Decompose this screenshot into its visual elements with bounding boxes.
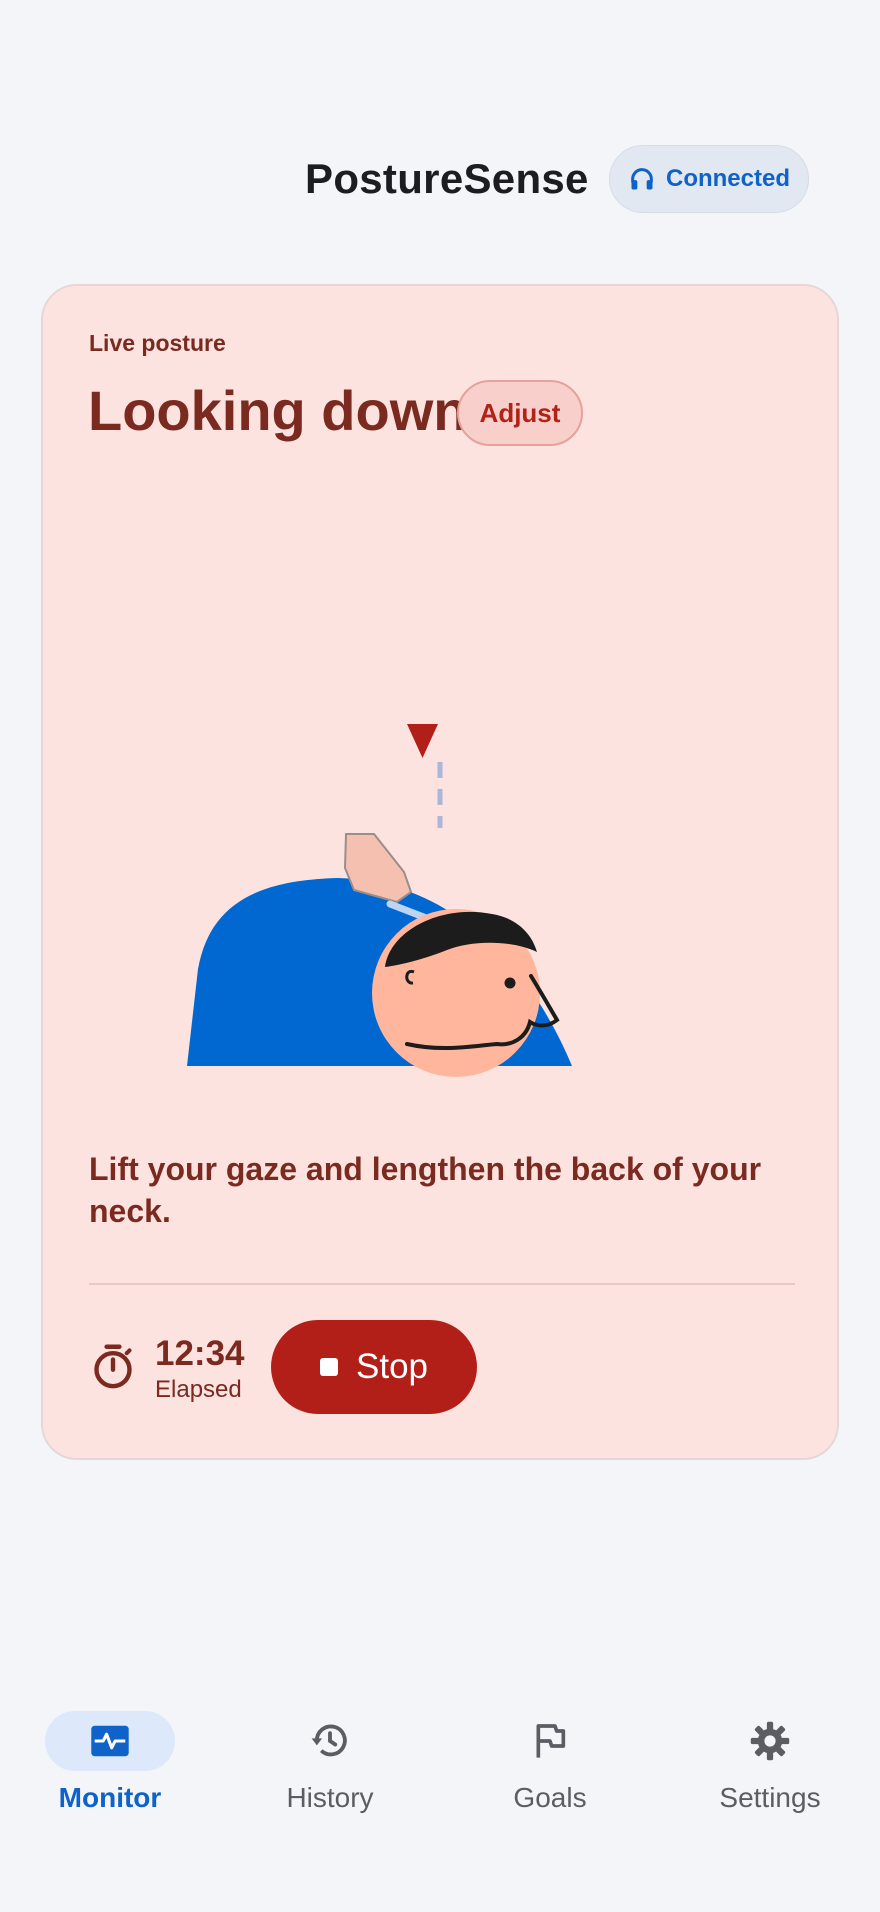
alignment-arrow-icon	[407, 724, 438, 758]
stop-icon	[320, 1358, 338, 1376]
connection-label: Connected	[665, 165, 790, 192]
connection-badge[interactable]: Connected	[609, 145, 809, 213]
stopwatch-icon	[94, 1344, 132, 1389]
elapsed-time: 12:34	[155, 1334, 245, 1373]
headphones-icon	[631, 168, 653, 190]
divider	[89, 1283, 795, 1285]
nav-monitor[interactable]: Monitor	[0, 1700, 220, 1840]
nav-history-label: History	[286, 1782, 374, 1813]
elapsed-label: Elapsed	[155, 1376, 242, 1403]
nav-monitor-label: Monitor	[58, 1782, 162, 1813]
live-posture-label: Live posture	[89, 330, 226, 356]
posture-tip: Lift your gaze and lengthen the back of …	[89, 1151, 762, 1229]
nav-history[interactable]: History	[220, 1700, 440, 1840]
flag-icon	[536, 1724, 566, 1758]
adjust-button[interactable]: Adjust	[457, 380, 583, 446]
header: PostureSense Connected	[0, 145, 880, 215]
pulse-icon	[91, 1725, 129, 1757]
nav-goals-label: Goals	[513, 1782, 587, 1813]
app-title: PostureSense	[305, 155, 589, 202]
nav-settings-label: Settings	[719, 1782, 821, 1813]
nav-settings[interactable]: Settings	[660, 1700, 880, 1840]
gear-icon	[750, 1721, 790, 1761]
posture-status-title: Looking down	[88, 379, 468, 442]
history-icon	[311, 1724, 347, 1757]
stop-label: Stop	[356, 1347, 428, 1386]
stop-button[interactable]: Stop	[271, 1320, 477, 1414]
live-posture-card: Live posture Looking down Adjust Lift yo…	[41, 284, 839, 1460]
nav-goals[interactable]: Goals	[440, 1700, 660, 1840]
posture-illustration	[43, 526, 841, 1106]
bottom-navigation: Monitor History Goals Settings	[0, 1700, 880, 1840]
